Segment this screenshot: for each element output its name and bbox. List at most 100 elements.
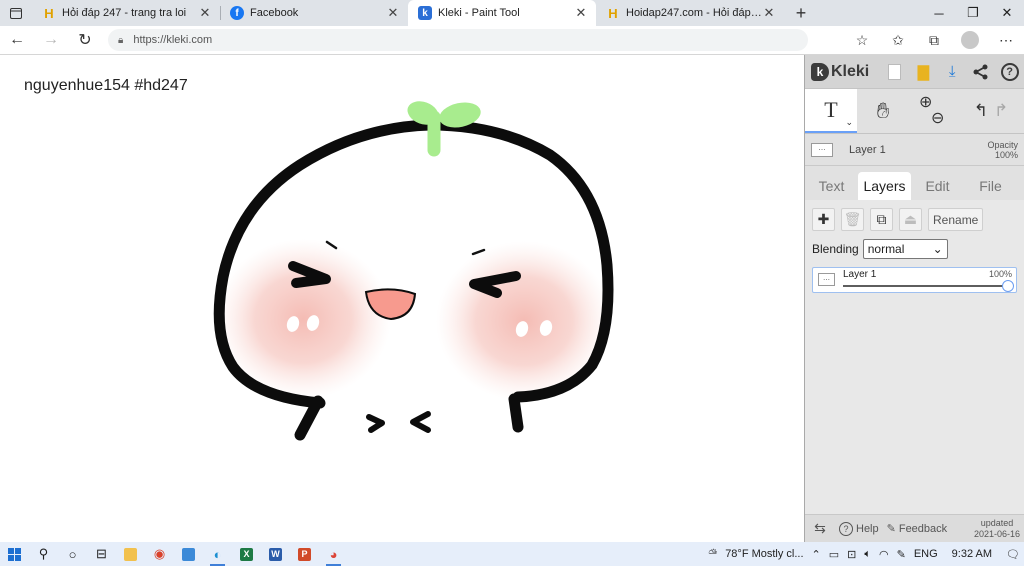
share-icon bbox=[973, 64, 988, 79]
browser-tab-hoidap[interactable]: H Hỏi đáp 247 - trang tra loi ✕ bbox=[32, 0, 220, 26]
network-icon[interactable]: ⊡ bbox=[843, 548, 860, 561]
feedback-link[interactable]: ✎ Feedback bbox=[883, 522, 952, 536]
edge-button[interactable]: ◐ bbox=[203, 542, 232, 566]
collections-icon[interactable]: ⧉ bbox=[916, 32, 952, 49]
help-button[interactable]: ? bbox=[995, 55, 1024, 89]
address-bar[interactable]: 🔒︎ https://kleki.com bbox=[108, 29, 808, 51]
chevron-up-icon[interactable]: ⌃ bbox=[808, 548, 825, 561]
layer-opacity-slider[interactable] bbox=[843, 280, 1014, 292]
tab-actions-icon bbox=[10, 7, 22, 19]
brand-name: Kleki bbox=[831, 62, 870, 80]
profile-avatar[interactable] bbox=[961, 31, 979, 49]
kleki-logo[interactable]: k Kleki bbox=[811, 62, 880, 81]
volume-icon[interactable]: 🔈︎ bbox=[860, 548, 875, 561]
zoom-out-icon[interactable]: ⊖ bbox=[931, 111, 961, 127]
start-button[interactable] bbox=[0, 542, 29, 566]
drawing-canvas[interactable]: nguyenhue154 #hd247 bbox=[0, 55, 804, 542]
browser-tab-facebook[interactable]: f Facebook ✕ bbox=[220, 0, 408, 26]
left-foot bbox=[366, 414, 385, 433]
close-icon[interactable]: ✕ bbox=[762, 5, 776, 21]
cortana-button[interactable]: ○ bbox=[58, 542, 87, 566]
swap-side-button[interactable]: ⇆ bbox=[805, 520, 835, 537]
undo-icon[interactable]: ↰ bbox=[974, 101, 988, 121]
more-menu-icon[interactable]: ⋯ bbox=[988, 32, 1024, 49]
share-button[interactable] bbox=[967, 55, 996, 89]
excel-button[interactable]: X bbox=[232, 542, 261, 566]
word-button[interactable]: W bbox=[261, 542, 290, 566]
opacity-readout: Opacity 100% bbox=[987, 140, 1018, 160]
chevron-down-icon[interactable]: ⌄ bbox=[845, 117, 853, 128]
tab-title: Hỏi đáp 247 - trang tra loi bbox=[62, 7, 187, 19]
help-link[interactable]: ? Help bbox=[835, 521, 883, 536]
delete-layer-button[interactable]: 🗑︎ bbox=[841, 208, 864, 231]
restore-icon[interactable]: ❐ bbox=[956, 0, 990, 26]
kleki-logo-icon: k bbox=[811, 62, 829, 81]
wifi-icon[interactable]: ◠ bbox=[875, 548, 893, 561]
close-icon[interactable]: ✕ bbox=[386, 5, 400, 21]
system-tray: ⛅︎ 78°F Mostly cl... ⌃ ▭ ⊡ 🔈︎ ◠ ✎ ENG 9:… bbox=[704, 548, 1024, 561]
browser-toolbar: ← → ↻ 🔒︎ https://kleki.com ☆ ✩ ⧉ ⋯ bbox=[0, 26, 1024, 55]
minimize-icon[interactable]: ─ bbox=[922, 0, 956, 26]
layers-tab-content: ✚ 🗑︎ ⧉ ⏏︎ Rename Blending normal ⌄ ⋯ Lay… bbox=[805, 200, 1024, 540]
merge-layer-button[interactable]: ⏏︎ bbox=[899, 208, 922, 231]
layer-name: Layer 1 bbox=[843, 269, 877, 280]
chevron-down-icon: ⌄ bbox=[932, 242, 943, 256]
browser-tab-hoidap-online[interactable]: H Hoidap247.com - Hỏi đáp online ✕ bbox=[596, 0, 784, 26]
text-tool-button[interactable]: T ⌄ bbox=[805, 89, 857, 133]
updated-date: 2021-06-16 bbox=[973, 528, 1020, 539]
close-icon[interactable]: ✕ bbox=[198, 5, 212, 21]
windows-logo-icon bbox=[8, 547, 21, 561]
layer-opacity: 100% bbox=[988, 269, 1012, 279]
opacity-label: Opacity bbox=[987, 139, 1018, 150]
tab-file[interactable]: File bbox=[964, 172, 1017, 200]
edge-icon: ◐ bbox=[213, 546, 222, 562]
file-explorer-button[interactable] bbox=[116, 542, 145, 566]
rename-layer-button[interactable]: Rename bbox=[928, 208, 984, 231]
blending-select[interactable]: normal ⌄ bbox=[862, 239, 948, 259]
updated-info[interactable]: updated 2021-06-16 bbox=[970, 518, 1024, 540]
browser-tab-kleki[interactable]: k Kleki - Paint Tool ✕ bbox=[408, 0, 596, 26]
cortana-icon: ○ bbox=[68, 546, 77, 562]
language-indicator[interactable]: ENG bbox=[910, 548, 942, 560]
new-tab-button[interactable]: + bbox=[784, 0, 818, 26]
right-arm bbox=[508, 393, 524, 433]
tab-text[interactable]: Text bbox=[805, 172, 858, 200]
pen-icon[interactable]: ✎ bbox=[893, 548, 910, 561]
close-icon[interactable]: ✕ bbox=[574, 5, 588, 21]
refresh-button[interactable]: ↻ bbox=[68, 26, 102, 55]
chrome-button[interactable]: ◕ bbox=[319, 542, 348, 566]
favorites-icon[interactable]: ✩ bbox=[880, 32, 916, 49]
new-image-button[interactable] bbox=[880, 55, 909, 89]
battery-icon[interactable]: ▭ bbox=[825, 548, 843, 561]
tab-layers[interactable]: Layers bbox=[858, 172, 911, 200]
add-favorite-icon[interactable]: ☆ bbox=[844, 32, 880, 49]
app-red-button[interactable]: ◉ bbox=[145, 542, 174, 566]
help-icon: ? bbox=[839, 521, 853, 536]
weather-text[interactable]: 78°F Mostly cl... bbox=[721, 548, 807, 560]
open-image-button[interactable]: ▇ bbox=[909, 55, 938, 89]
undo-redo-controls: ↰ ↱ bbox=[961, 89, 1021, 133]
back-button[interactable]: ← bbox=[0, 26, 34, 55]
layer-opacity-handle[interactable] bbox=[1002, 280, 1014, 292]
layer-list-item[interactable]: ⋯ Layer 1 100% bbox=[812, 267, 1017, 293]
screen-app-button[interactable] bbox=[174, 542, 203, 566]
hand-tool-button[interactable]: ✋︎ bbox=[857, 89, 909, 133]
tab-actions-button[interactable] bbox=[0, 0, 32, 26]
tool-row: T ⌄ ✋︎ ⊕ ⊖ ↰ ↱ bbox=[805, 89, 1024, 134]
zoom-in-icon[interactable]: ⊕ bbox=[919, 95, 961, 111]
refresh-icon: ↻ bbox=[78, 32, 92, 49]
save-button[interactable]: ⤓ bbox=[938, 55, 967, 89]
merge-down-icon: ⏏︎ bbox=[903, 211, 918, 227]
window-controls: ─ ❐ ✕ bbox=[922, 0, 1024, 26]
add-layer-button[interactable]: ✚ bbox=[812, 208, 835, 231]
notifications-icon[interactable]: 🗨︎ bbox=[1002, 548, 1024, 561]
powerpoint-button[interactable]: P bbox=[290, 542, 319, 566]
window-close-icon[interactable]: ✕ bbox=[990, 0, 1024, 26]
task-view-button[interactable]: ⊟ bbox=[87, 542, 116, 566]
duplicate-layer-button[interactable]: ⧉ bbox=[870, 208, 893, 231]
redo-icon[interactable]: ↱ bbox=[994, 101, 1008, 121]
clock[interactable]: 9:32 AM bbox=[942, 548, 1002, 560]
tab-edit[interactable]: Edit bbox=[911, 172, 964, 200]
forward-button[interactable]: → bbox=[34, 26, 68, 55]
search-button[interactable]: ⚲ bbox=[29, 542, 58, 566]
